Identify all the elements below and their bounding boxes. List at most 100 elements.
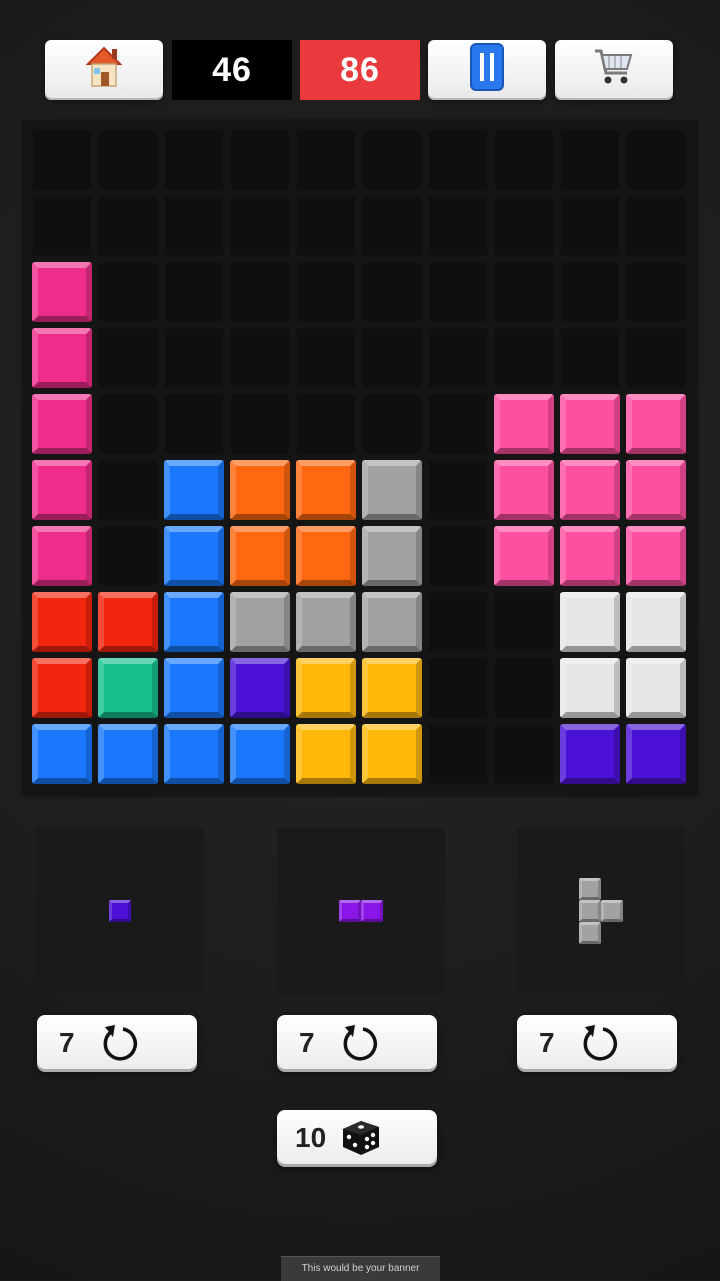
board-cell[interactable] <box>626 328 686 388</box>
piece-tray-1[interactable] <box>36 828 204 994</box>
dice-button[interactable]: 10 <box>277 1110 437 1164</box>
home-button[interactable] <box>45 40 163 98</box>
board-cell[interactable] <box>560 328 620 388</box>
placed-block <box>230 658 290 718</box>
board-cell[interactable] <box>428 328 488 388</box>
board-cell[interactable] <box>296 328 356 388</box>
rotate-button-2[interactable]: 7 <box>277 1015 437 1069</box>
board-cell[interactable] <box>626 262 686 322</box>
placed-block <box>164 592 224 652</box>
board-cell[interactable] <box>494 328 554 388</box>
board-cell[interactable] <box>296 130 356 190</box>
board-cell[interactable] <box>428 724 488 784</box>
placed-block <box>494 526 554 586</box>
placed-block <box>362 724 422 784</box>
board-cell[interactable] <box>362 328 422 388</box>
placed-block <box>296 460 356 520</box>
board-cell[interactable] <box>98 130 158 190</box>
ad-banner[interactable]: This would be your banner <box>281 1256 440 1281</box>
rotate-button-1[interactable]: 7 <box>37 1015 197 1069</box>
board-cell[interactable] <box>428 526 488 586</box>
board-cell[interactable] <box>164 328 224 388</box>
placed-block <box>494 394 554 454</box>
piece-block <box>579 922 601 944</box>
board-cell[interactable] <box>230 196 290 256</box>
piece-block <box>361 900 383 922</box>
rotate-count-2: 7 <box>299 1027 315 1058</box>
placed-block <box>626 658 686 718</box>
placed-block <box>98 658 158 718</box>
board-cell[interactable] <box>98 196 158 256</box>
placed-block <box>626 724 686 784</box>
cart-icon <box>593 47 635 92</box>
placed-block <box>296 592 356 652</box>
board-cell[interactable] <box>98 526 158 586</box>
board-cell[interactable] <box>560 130 620 190</box>
board-cell[interactable] <box>230 130 290 190</box>
board-cell[interactable] <box>428 460 488 520</box>
board-cell[interactable] <box>164 196 224 256</box>
placed-block <box>32 592 92 652</box>
board-cell[interactable] <box>98 460 158 520</box>
score-display: 46 <box>172 40 292 100</box>
placed-block <box>230 526 290 586</box>
board-cell[interactable] <box>560 262 620 322</box>
shop-button[interactable] <box>555 40 673 98</box>
board-cell[interactable] <box>494 724 554 784</box>
placed-block <box>32 262 92 322</box>
placed-block <box>560 394 620 454</box>
board-cell[interactable] <box>494 196 554 256</box>
placed-block <box>362 460 422 520</box>
board-cell[interactable] <box>362 262 422 322</box>
board-cell[interactable] <box>428 658 488 718</box>
game-board[interactable] <box>22 120 698 796</box>
board-cell[interactable] <box>428 130 488 190</box>
board-cell[interactable] <box>164 130 224 190</box>
board-cell[interactable] <box>494 592 554 652</box>
rotate-icon <box>103 1025 138 1061</box>
home-icon <box>84 44 124 95</box>
board-cell[interactable] <box>428 196 488 256</box>
board-cell[interactable] <box>494 262 554 322</box>
board-cell[interactable] <box>296 394 356 454</box>
placed-block <box>560 592 620 652</box>
board-cell[interactable] <box>428 262 488 322</box>
board-cell[interactable] <box>98 262 158 322</box>
board-cell[interactable] <box>32 196 92 256</box>
board-cell[interactable] <box>296 262 356 322</box>
placed-block <box>626 526 686 586</box>
board-cell[interactable] <box>32 130 92 190</box>
board-cell[interactable] <box>98 394 158 454</box>
board-cell[interactable] <box>362 130 422 190</box>
placed-block <box>164 658 224 718</box>
pause-button[interactable] <box>428 40 546 98</box>
placed-block <box>230 592 290 652</box>
board-cell[interactable] <box>362 394 422 454</box>
board-cell[interactable] <box>560 196 620 256</box>
placed-block <box>164 526 224 586</box>
board-cell[interactable] <box>230 328 290 388</box>
piece-tray-3[interactable] <box>517 828 685 994</box>
piece-block <box>601 900 623 922</box>
rotate-button-3[interactable]: 7 <box>517 1015 677 1069</box>
board-cell[interactable] <box>164 262 224 322</box>
board-cell[interactable] <box>494 658 554 718</box>
placed-block <box>98 724 158 784</box>
board-cell[interactable] <box>494 130 554 190</box>
board-cell[interactable] <box>296 196 356 256</box>
board-cell[interactable] <box>626 130 686 190</box>
placed-block <box>32 526 92 586</box>
board-cell[interactable] <box>428 394 488 454</box>
rotate-icon <box>583 1025 618 1061</box>
board-cell[interactable] <box>626 196 686 256</box>
placed-block <box>560 658 620 718</box>
piece-block <box>339 900 361 922</box>
board-cell[interactable] <box>230 394 290 454</box>
board-cell[interactable] <box>362 196 422 256</box>
piece-tray-2[interactable] <box>277 828 445 994</box>
board-cell[interactable] <box>230 262 290 322</box>
board-cell[interactable] <box>428 592 488 652</box>
board-cell[interactable] <box>164 394 224 454</box>
board-cell[interactable] <box>98 328 158 388</box>
placed-block <box>32 724 92 784</box>
